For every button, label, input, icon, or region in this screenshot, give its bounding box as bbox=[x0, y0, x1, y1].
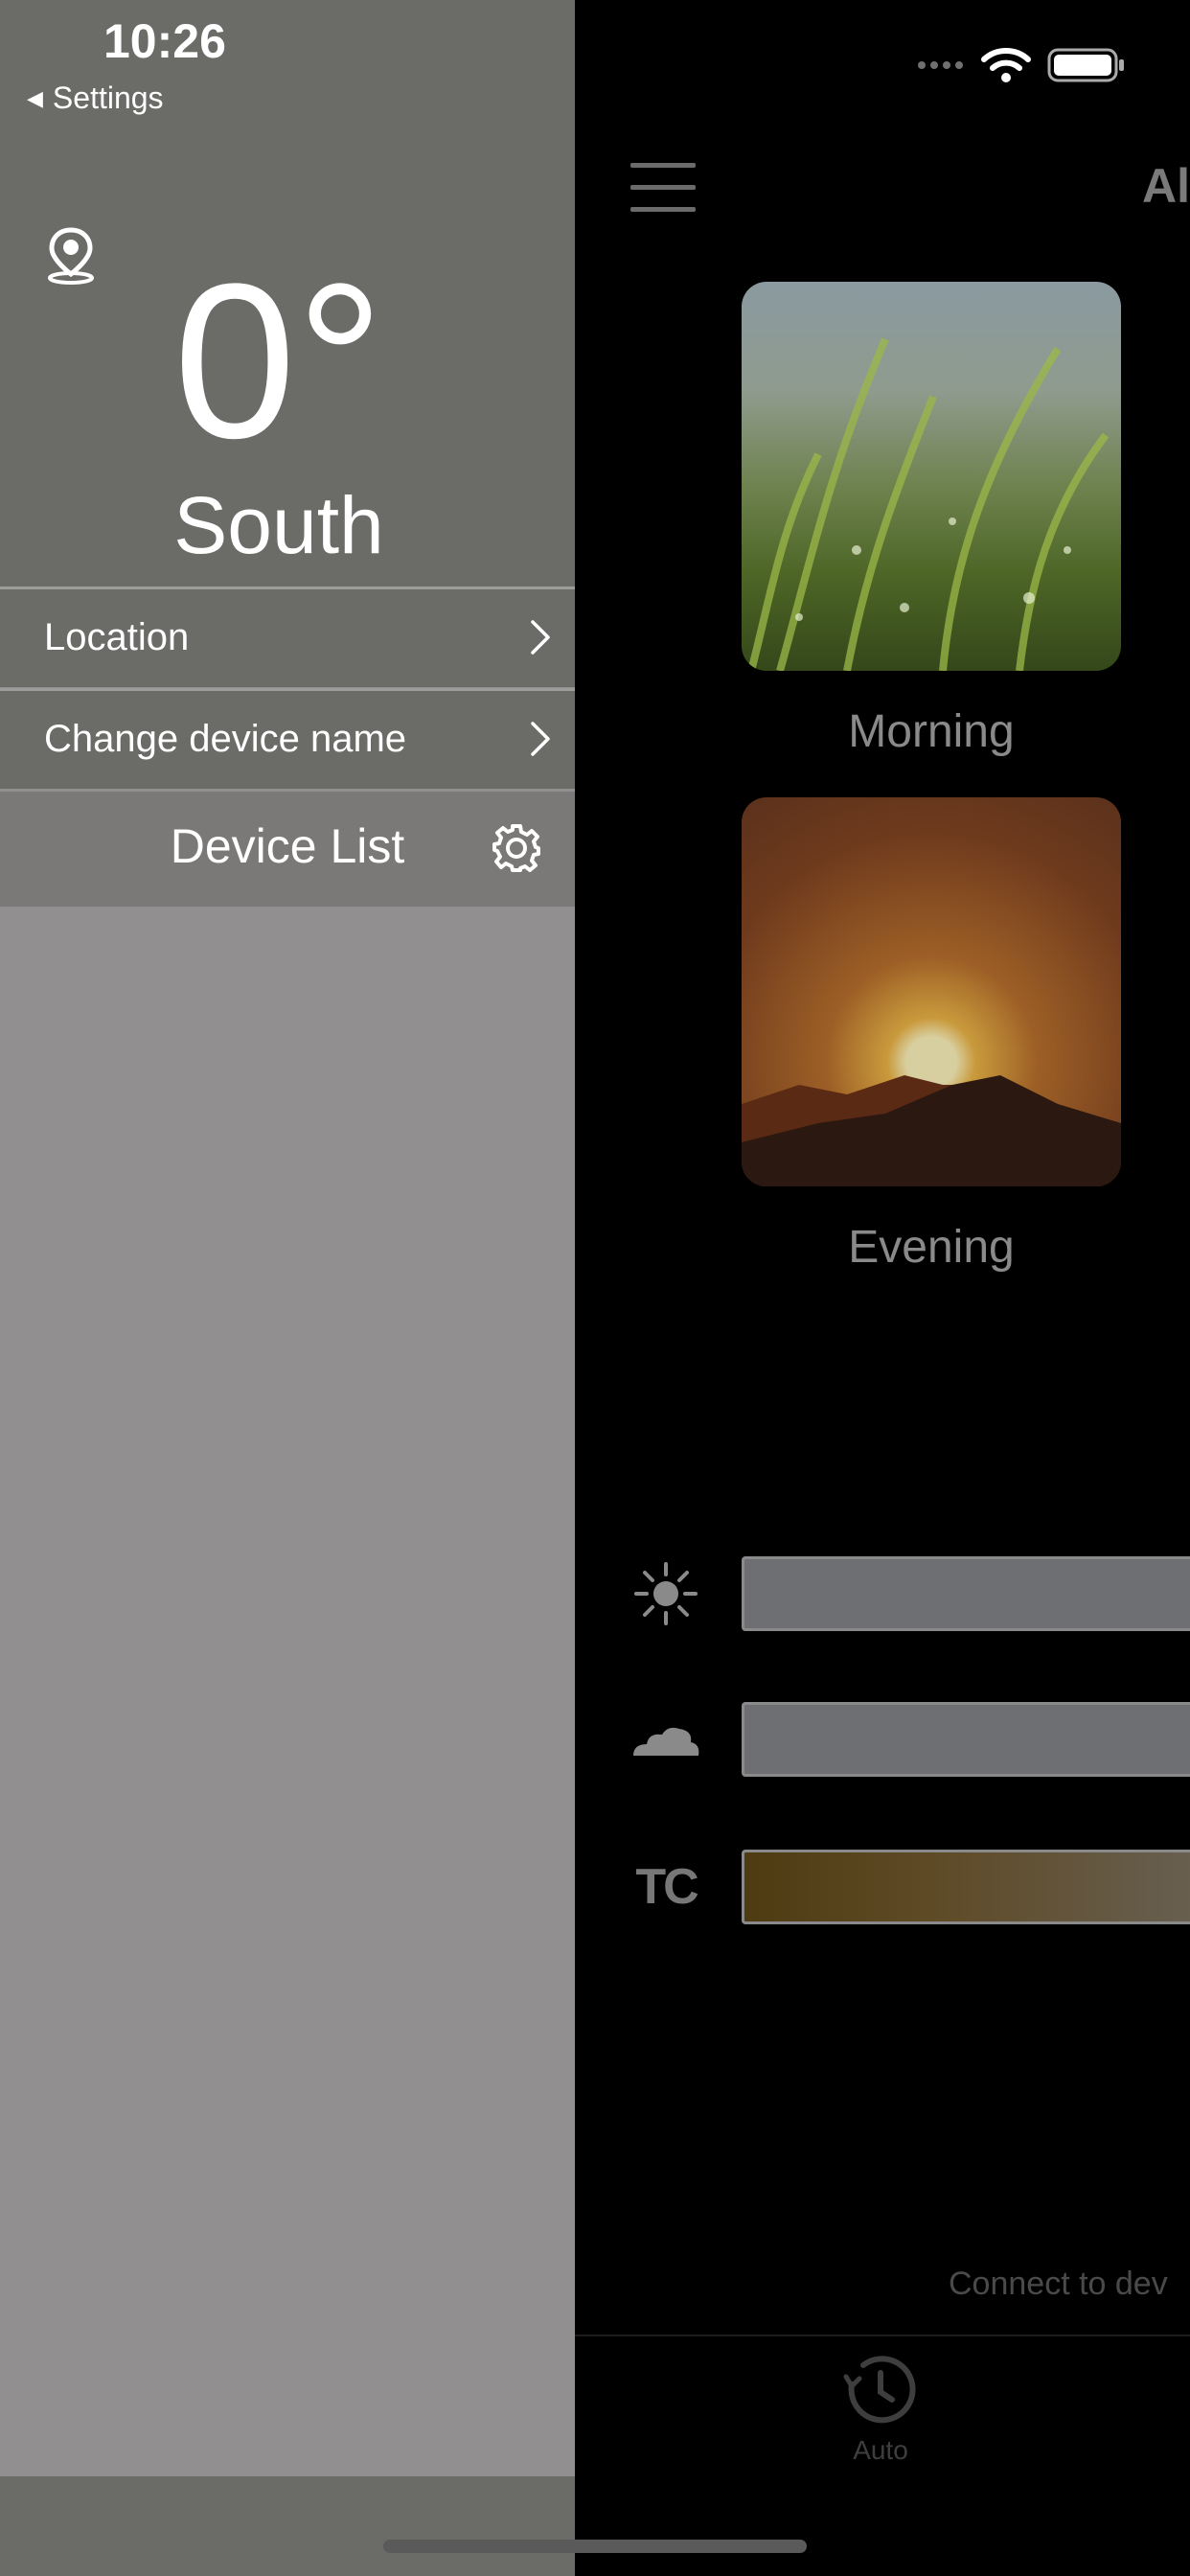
tab-auto[interactable]: Auto bbox=[828, 2352, 933, 2466]
chevron-right-icon bbox=[531, 620, 550, 655]
cloud-slider[interactable] bbox=[742, 1702, 1190, 1777]
brightness-slider[interactable] bbox=[742, 1556, 1190, 1631]
back-arrow-icon: ◀ bbox=[27, 85, 43, 110]
gear-icon[interactable] bbox=[491, 822, 542, 874]
back-label: Settings bbox=[52, 80, 164, 115]
morning-image bbox=[742, 282, 1121, 671]
temperature-display: 0° bbox=[173, 238, 384, 484]
menu-item-label: Location bbox=[44, 616, 190, 658]
scene-morning[interactable]: Morning bbox=[742, 282, 1121, 758]
cloud-slider-row bbox=[629, 1702, 1190, 1777]
scene-label: Evening bbox=[848, 1222, 1015, 1273]
brightness-slider-row bbox=[629, 1556, 1190, 1631]
color-temp-slider[interactable] bbox=[742, 1850, 1190, 1924]
battery-icon bbox=[1047, 48, 1124, 82]
chevron-right-icon bbox=[531, 722, 550, 756]
menu-item-change-device-name[interactable]: Change device name bbox=[0, 688, 575, 789]
tabbar-divider bbox=[575, 2334, 1190, 2336]
cloud-icon bbox=[629, 1702, 703, 1777]
evening-image bbox=[742, 797, 1121, 1186]
scene-label: Morning bbox=[848, 706, 1015, 757]
side-drawer: 10:26 ◀ Settings 0° South Location Chang… bbox=[0, 0, 575, 2576]
color-temp-slider-row: TC bbox=[629, 1850, 1190, 1924]
menu-item-location[interactable]: Location bbox=[0, 586, 575, 687]
clock-icon bbox=[843, 2356, 916, 2424]
tab-label: Auto bbox=[853, 2435, 908, 2465]
tc-icon: TC bbox=[635, 1859, 698, 1915]
menu-icon[interactable] bbox=[630, 163, 696, 213]
main-panel: Al Morning Evening TC Connect to dev Aut… bbox=[575, 0, 1190, 2576]
status-icons bbox=[918, 42, 1126, 88]
device-list-title: Device List bbox=[170, 819, 405, 873]
sun-icon bbox=[629, 1556, 703, 1631]
signal-icon bbox=[918, 61, 963, 69]
nav-title: Al bbox=[1142, 159, 1190, 213]
scene-evening[interactable]: Evening bbox=[742, 797, 1121, 1274]
home-indicator bbox=[383, 2540, 807, 2553]
connect-status: Connect to dev bbox=[949, 2266, 1168, 2302]
drawer-footer bbox=[0, 2476, 575, 2576]
back-to-settings[interactable]: ◀ Settings bbox=[27, 80, 164, 116]
device-list-header: Device List bbox=[0, 792, 575, 907]
status-time: 10:26 bbox=[103, 14, 226, 68]
menu-item-label: Change device name bbox=[44, 718, 407, 760]
location-name: South bbox=[173, 480, 384, 570]
wifi-icon bbox=[981, 48, 1031, 82]
